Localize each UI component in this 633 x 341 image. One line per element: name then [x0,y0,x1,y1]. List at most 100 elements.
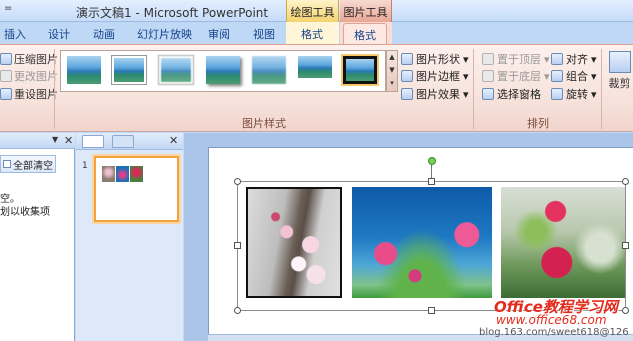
picture-shape-button[interactable]: 图片形状 ▾ [401,51,469,67]
styles-gallery-scroll[interactable]: ▲ ▼ ▾ [386,50,398,92]
rotate-label: 旋转 [566,88,588,101]
selection-pane-label: 选择窗格 [497,88,541,101]
tab-slideshow[interactable]: 幻灯片放映 [137,26,192,42]
shape-icon [401,53,413,65]
resize-handle-top-right[interactable] [622,178,629,185]
resize-handle-top-left[interactable] [234,178,241,185]
reset-picture-icon [0,88,12,100]
chevron-down-icon: ▾ [591,69,597,83]
window-title: 演示文稿1 - Microsoft PowerPoint [76,6,269,20]
watermark-url: www.office68.com [496,313,607,327]
slides-pane: ✕ 1 [76,133,183,341]
hint-line: 划以收集项 [0,207,50,218]
tab-slides[interactable] [82,135,104,148]
close-icon[interactable]: ✕ [64,134,73,147]
selection-pane-button[interactable]: 选择窗格 [482,86,541,102]
group-separator [601,49,602,129]
picture-border-button[interactable]: 图片边框 ▾ [401,68,469,84]
group-separator [473,49,474,129]
ribbon-tabs: 插入 设计 动画 幻灯片放映 审阅 视图 格式 格式 [0,22,633,44]
chevron-down-icon: ▾ [544,52,550,66]
tab-view[interactable]: 视图 [253,26,275,42]
hint-line: 空。 [0,194,20,205]
send-to-back-label: 置于底层 [497,70,541,83]
tab-insert[interactable]: 插入 [4,26,26,42]
compress-pictures-button[interactable]: 压缩图片 [0,51,58,67]
send-to-back-button[interactable]: 置于底层 ▾ [482,68,550,84]
selection-pane-icon [482,88,494,100]
rotate-button[interactable]: 旋转 ▾ [551,86,597,102]
task-pane-menu-icon[interactable]: ▼ [52,135,58,144]
change-picture-icon [0,70,12,82]
chevron-down-icon: ▾ [544,69,550,83]
align-icon [551,53,563,65]
slide-number: 1 [82,161,88,171]
clear-all-button[interactable]: 全部清空 [0,155,56,173]
close-icon[interactable]: ✕ [169,134,178,147]
tab-drawing-format[interactable]: 格式 [301,26,323,42]
arrange-group-label: 排列 [527,117,549,130]
chevron-down-icon: ▾ [463,87,469,101]
context-group-drawing-tools: 绘图工具 [286,0,339,22]
task-pane-header: ▼ ✕ [0,133,75,149]
picture-border-label: 图片边框 [416,70,460,83]
picture-styles-gallery [60,50,386,92]
effects-icon [401,88,413,100]
crop-icon [608,51,631,73]
clear-all-label: 全部清空 [13,160,53,172]
reset-picture-button[interactable]: 重设图片 [0,86,58,102]
thumbnail-photo [116,166,129,182]
thumbnail-photo [130,166,143,182]
clear-all-icon [3,160,11,168]
chevron-down-icon: ▾ [463,52,469,66]
style-thumb-soft-frame[interactable] [159,56,193,84]
slides-pane-tabs: ✕ [76,133,183,150]
align-button[interactable]: 对齐 ▾ [551,51,597,67]
style-thumb-black-frame[interactable] [343,56,377,84]
title-bar: = 演示文稿1 - Microsoft PowerPoint 绘图工具 图片工具 [0,0,633,22]
change-picture-label: 更改图片 [14,70,58,83]
picture-styles-group-label: 图片样式 [242,117,286,130]
resize-handle-top[interactable] [428,178,435,185]
group-button[interactable]: 组合 ▾ [551,68,597,84]
compress-icon [0,53,12,65]
group-separator [54,49,55,129]
picture-effects-button[interactable]: 图片效果 ▾ [401,86,469,102]
group-icon [551,70,563,82]
clipboard-task-pane: ▼ ✕ 全部清空 空。 划以收集项 [0,133,75,341]
reset-picture-label: 重设图片 [14,88,58,101]
thumbnail-photo [102,166,115,182]
rotation-handle[interactable] [428,157,436,165]
send-back-icon [482,70,494,82]
picture-effects-label: 图片效果 [416,88,460,101]
style-thumb-white-frame[interactable] [112,56,146,84]
resize-handle-bottom[interactable] [428,307,435,314]
bring-to-front-button[interactable]: 置于顶层 ▾ [482,51,550,67]
align-label: 对齐 [566,53,588,66]
border-pen-icon [401,70,413,82]
tab-animations[interactable]: 动画 [93,26,115,42]
quick-access-toolbar-dropdown[interactable]: = [4,3,22,18]
change-picture-button[interactable]: 更改图片 [0,68,58,84]
tab-review[interactable]: 审阅 [208,26,230,42]
group-label: 组合 [566,70,588,83]
slide-thumbnail[interactable] [94,156,179,222]
crop-button[interactable]: 裁剪 [606,49,633,99]
resize-handle-bottom-left[interactable] [234,307,241,314]
resize-handle-right[interactable] [622,242,629,249]
bring-front-icon [482,53,494,65]
tab-design[interactable]: 设计 [48,26,70,42]
style-thumb-plain[interactable] [67,56,101,84]
bring-to-front-label: 置于顶层 [497,53,541,66]
crop-label: 裁剪 [608,77,631,90]
chevron-down-icon: ▾ [463,69,469,83]
tab-picture-format[interactable]: 格式 [343,23,387,44]
context-group-picture-tools: 图片工具 [340,0,392,22]
tab-outline[interactable] [112,135,134,148]
style-thumb-soft-edge[interactable] [252,56,286,84]
style-thumb-shadow[interactable] [206,56,240,84]
chevron-down-icon: ▾ [591,87,597,101]
resize-handle-left[interactable] [234,242,241,249]
style-thumb-reflection[interactable] [298,56,332,78]
rotate-icon [551,88,563,100]
